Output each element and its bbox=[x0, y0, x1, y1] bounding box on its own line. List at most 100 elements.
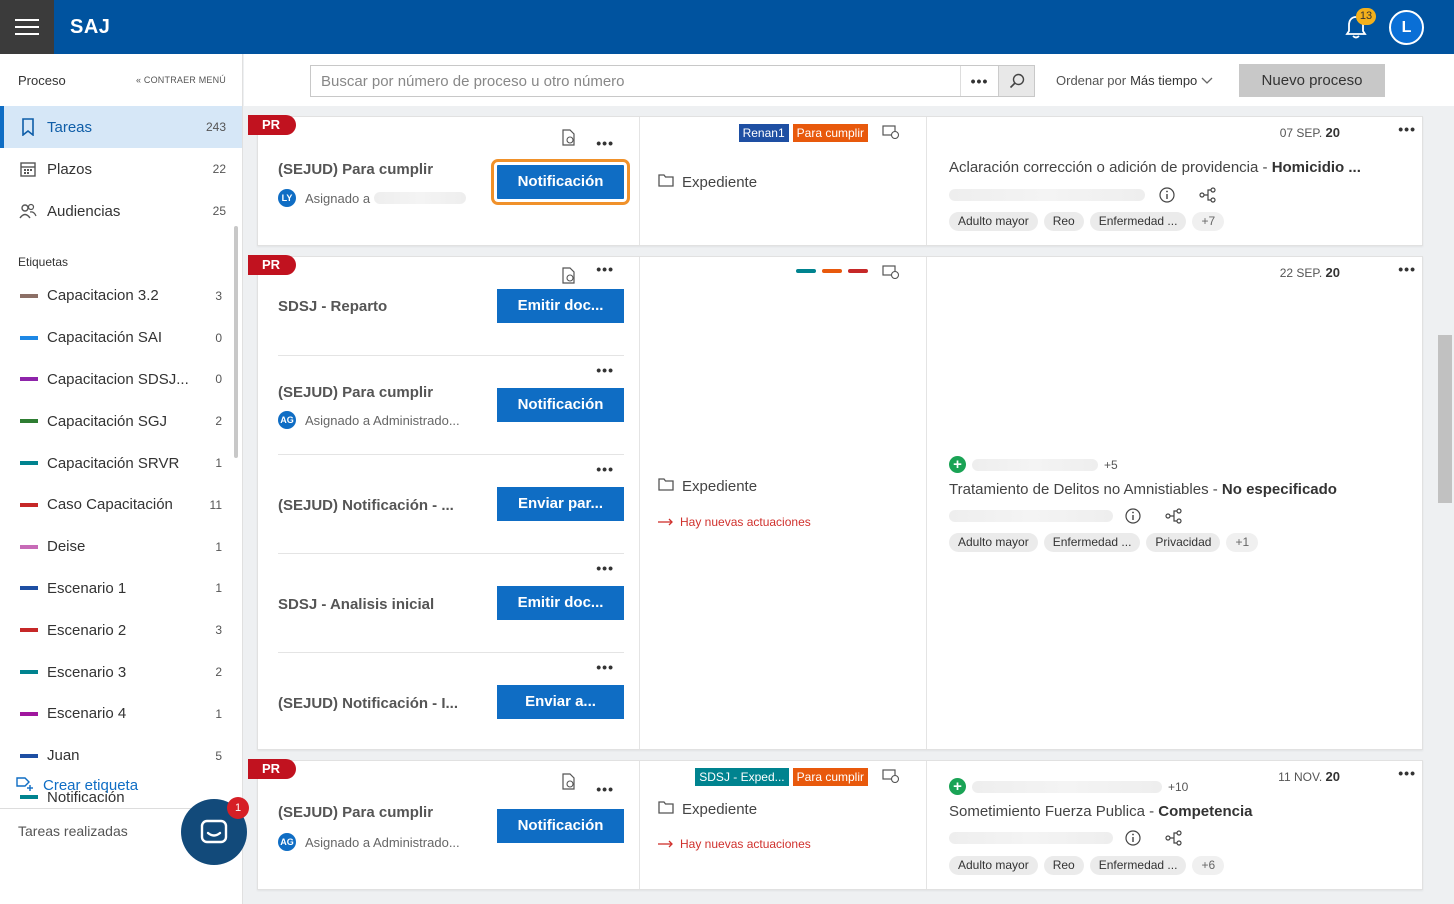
more-parties-count[interactable]: +5 bbox=[1104, 458, 1118, 472]
sidebar-tag-item[interactable]: Capacitación SAI 0 bbox=[0, 317, 242, 359]
sidebar-tag-item[interactable]: Juan 5 bbox=[0, 735, 242, 777]
task-more-button[interactable]: ••• bbox=[596, 261, 614, 277]
task-item[interactable]: ••• (SEJUD) Notificación - I... Enviar a… bbox=[278, 653, 624, 751]
emit-document-button[interactable]: Emitir doc... bbox=[497, 586, 624, 620]
sidebar-tag-item[interactable]: Caso Capacitación 11 bbox=[0, 484, 242, 526]
send-button[interactable]: Enviar par... bbox=[497, 487, 624, 521]
create-tag-button[interactable]: Crear etiqueta bbox=[16, 775, 138, 795]
send-button[interactable]: Enviar a... bbox=[497, 685, 624, 719]
sidebar-tag-item[interactable]: Escenario 3 2 bbox=[0, 651, 242, 693]
more-tags[interactable]: +1 bbox=[1226, 533, 1259, 552]
new-process-button[interactable]: Nuevo proceso bbox=[1239, 64, 1385, 97]
process-tag[interactable]: Adulto mayor bbox=[949, 533, 1038, 552]
notification-button[interactable]: Notificación bbox=[497, 809, 624, 843]
notification-button[interactable]: Notificación bbox=[497, 388, 624, 422]
sidebar-tag-item[interactable]: Capacitacion 3.2 3 bbox=[0, 275, 242, 317]
task-item[interactable]: ••• (SEJUD) Para cumplir AG Asignado a A… bbox=[278, 761, 624, 891]
tree-icon[interactable] bbox=[1165, 508, 1183, 524]
new-actions-link[interactable]: Hay nuevas actuaciones bbox=[658, 837, 811, 851]
notification-button[interactable]: Notificación bbox=[491, 159, 630, 205]
sidebar-tag-item[interactable]: Escenario 4 1 bbox=[0, 693, 242, 735]
search-options-button[interactable]: ••• bbox=[960, 66, 998, 96]
card-more-button[interactable]: ••• bbox=[1398, 765, 1416, 781]
sidebar-tag-item[interactable]: Capacitación SGJ 2 bbox=[0, 400, 242, 442]
sidebar-tag-item[interactable]: Escenario 1 1 bbox=[0, 568, 242, 610]
process-subject: Competencia bbox=[1158, 803, 1253, 820]
tag-count: 2 bbox=[215, 665, 222, 680]
redacted-name bbox=[373, 192, 466, 204]
card-more-button[interactable]: ••• bbox=[1398, 261, 1416, 277]
document-clock-icon[interactable] bbox=[562, 267, 576, 287]
process-tag[interactable]: Enfermedad ... bbox=[1043, 533, 1141, 552]
task-more-button[interactable]: ••• bbox=[596, 560, 614, 576]
search-button[interactable] bbox=[998, 66, 1034, 96]
process-tag[interactable]: Adulto mayor bbox=[949, 856, 1038, 875]
tree-icon[interactable] bbox=[1165, 830, 1183, 846]
notification-count-badge: 13 bbox=[1356, 8, 1376, 25]
info-icon[interactable] bbox=[1125, 830, 1141, 846]
main-scrollbar[interactable] bbox=[1438, 106, 1452, 904]
document-clock-icon[interactable] bbox=[562, 129, 576, 149]
task-item[interactable]: ••• SDSJ - Reparto Emitir doc... bbox=[278, 257, 624, 355]
process-title[interactable]: Sometimiento Fuerza Publica - Competenci… bbox=[949, 803, 1379, 820]
folder-icon bbox=[658, 173, 674, 191]
task-item[interactable]: ••• (SEJUD) Para cumplir LY Asignado a N… bbox=[278, 117, 630, 247]
add-tag-icon[interactable] bbox=[882, 265, 900, 282]
search-input[interactable] bbox=[311, 72, 960, 90]
task-item[interactable]: ••• (SEJUD) Para cumplir AG Asignado a A… bbox=[278, 356, 624, 454]
tag-color-dashes[interactable] bbox=[796, 269, 868, 273]
task-more-button[interactable]: ••• bbox=[596, 461, 614, 477]
sidebar-tag-item[interactable]: Capacitacion SDSJ... 0 bbox=[0, 359, 242, 401]
sidebar-tag-item[interactable]: Deise 1 bbox=[0, 526, 242, 568]
more-parties-count[interactable]: +10 bbox=[1168, 780, 1188, 794]
process-tag[interactable]: Adulto mayor bbox=[949, 212, 1038, 231]
process-tag[interactable]: Enfermedad ... bbox=[1089, 856, 1187, 875]
process-title[interactable]: Aclaración corrección o adición de provi… bbox=[949, 159, 1379, 176]
new-actions-link[interactable]: Hay nuevas actuaciones bbox=[658, 515, 811, 529]
tag-label: Capacitación SGJ bbox=[47, 412, 168, 430]
document-clock-icon[interactable] bbox=[562, 773, 576, 793]
expediente-link[interactable]: Expediente bbox=[658, 173, 757, 191]
process-card[interactable]: PR ••• (SEJUD) Para cumplir AG Asignado … bbox=[248, 759, 1423, 891]
sidebar-scrollbar[interactable] bbox=[234, 226, 238, 458]
chat-icon bbox=[200, 819, 228, 844]
sort-dropdown[interactable]: Ordenar por Más tiempo bbox=[1056, 73, 1213, 88]
task-more-button[interactable]: ••• bbox=[596, 135, 614, 151]
sidebar-tag-item[interactable]: Escenario 2 3 bbox=[0, 609, 242, 651]
more-tags[interactable]: +6 bbox=[1192, 856, 1225, 875]
add-tag-icon[interactable] bbox=[882, 769, 900, 786]
sidebar-item-audiencias[interactable]: Audiencias 25 bbox=[0, 190, 242, 232]
task-item[interactable]: ••• (SEJUD) Notificación - ... Enviar pa… bbox=[278, 455, 624, 553]
add-party-icon[interactable]: + bbox=[949, 456, 966, 473]
more-tags[interactable]: +7 bbox=[1192, 212, 1225, 231]
info-icon[interactable] bbox=[1125, 508, 1141, 524]
task-item[interactable]: ••• SDSJ - Analisis inicial Emitir doc..… bbox=[278, 554, 624, 652]
task-more-button[interactable]: ••• bbox=[596, 781, 614, 797]
add-tag-icon[interactable] bbox=[882, 125, 900, 142]
info-icon[interactable] bbox=[1159, 187, 1175, 203]
process-tag[interactable]: Reo bbox=[1043, 212, 1084, 231]
menu-button[interactable] bbox=[0, 0, 54, 54]
add-party-icon[interactable]: + bbox=[949, 778, 966, 795]
user-avatar[interactable]: L bbox=[1389, 10, 1424, 45]
process-tag[interactable]: Enfermedad ... bbox=[1089, 212, 1187, 231]
sidebar-item-plazos[interactable]: Plazos 22 bbox=[0, 148, 242, 190]
task-more-button[interactable]: ••• bbox=[596, 362, 614, 378]
process-card[interactable]: PR ••• (SEJUD) Para cumplir LY Asignado … bbox=[248, 115, 1423, 247]
task-assignee: AG Asignado a Administrado... bbox=[278, 411, 460, 429]
app-brand[interactable]: SAJ bbox=[70, 16, 110, 39]
sidebar-item-tareas[interactable]: Tareas 243 bbox=[0, 106, 242, 148]
tree-icon[interactable] bbox=[1199, 187, 1217, 203]
bookmark-icon bbox=[18, 118, 38, 136]
card-more-button[interactable]: ••• bbox=[1398, 121, 1416, 137]
process-title[interactable]: Tratamiento de Delitos no Amnistiables -… bbox=[949, 481, 1379, 498]
process-tag[interactable]: Privacidad bbox=[1146, 533, 1221, 552]
collapse-menu-button[interactable]: « CONTRAER MENÚ bbox=[136, 75, 226, 85]
expediente-link[interactable]: Expediente bbox=[658, 477, 757, 495]
process-tag[interactable]: Reo bbox=[1043, 856, 1084, 875]
process-card[interactable]: PR ••• SDSJ - Reparto Emitir doc... ••• … bbox=[248, 255, 1423, 751]
task-more-button[interactable]: ••• bbox=[596, 659, 614, 675]
expediente-link[interactable]: Expediente bbox=[658, 800, 757, 818]
emit-document-button[interactable]: Emitir doc... bbox=[497, 289, 624, 323]
sidebar-tag-item[interactable]: Capacitación SRVR 1 bbox=[0, 442, 242, 484]
